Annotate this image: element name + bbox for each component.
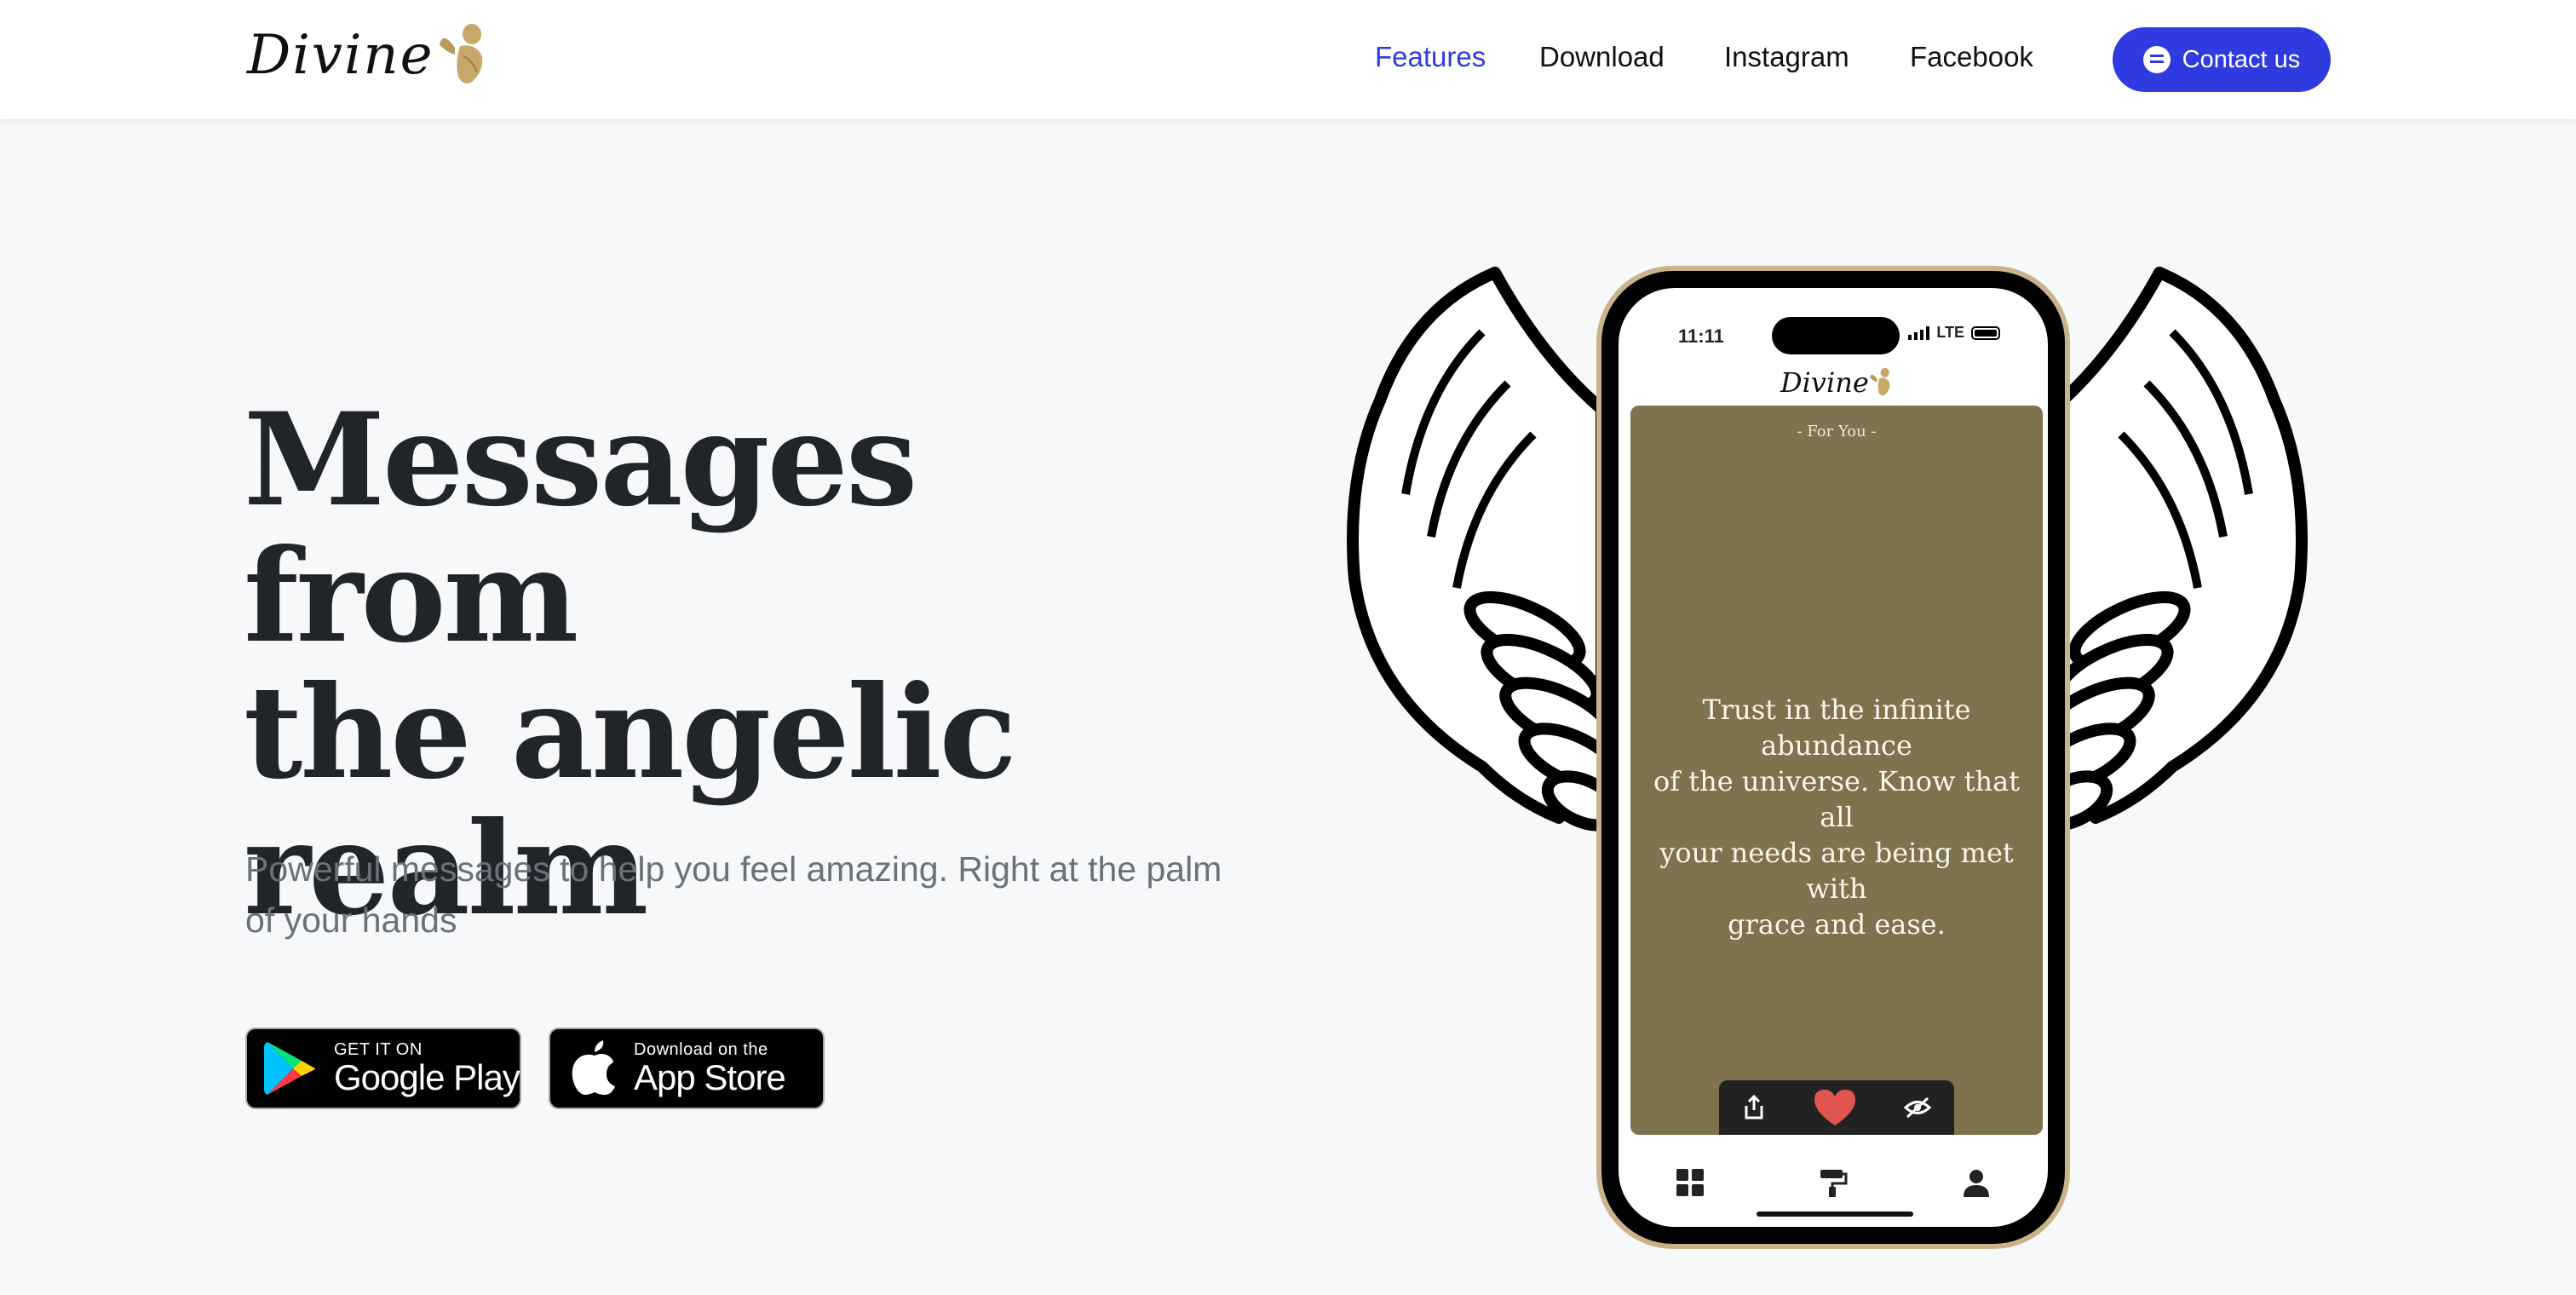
hide-icon[interactable] [1903,1096,1931,1119]
quote-line-1: Trust in the infinite abundance [1702,694,1971,762]
app-store-big-text: App Store [634,1057,786,1097]
quote-line-4: grace and ease. [1728,908,1946,941]
grid-icon[interactable] [1676,1168,1705,1197]
home-indicator [1757,1212,1913,1217]
nav-link-instagram[interactable]: Instagram [1724,41,1849,73]
google-play-button[interactable]: GET IT ON Google Play [245,1027,521,1109]
dynamic-island [1772,317,1900,354]
status-time: 11:11 [1678,325,1724,347]
hero-subtitle-line-2: of your hands [245,901,457,940]
nav-link-features[interactable]: Features [1375,41,1486,73]
hero-subtitle-line-1: Powerful messages to help you feel amazi… [245,849,1222,889]
phone-screen: 11:11 LTE Divine - For You - Trust in th… [1619,288,2048,1227]
navbar: Divine Features Download Instagram Faceb… [0,0,2576,119]
paint-roller-icon[interactable] [1819,1168,1848,1197]
signal-icon [1908,325,1930,340]
network-label: LTE [1936,324,1964,341]
quote-line-2: of the universe. Know that all [1653,765,2021,833]
hero-title-line-1: Messages from [244,385,917,671]
google-play-big-text: Google Play [334,1057,520,1097]
card-label: - For You - [1797,423,1877,440]
app-store-small-text: Download on the [634,1040,768,1059]
share-icon[interactable] [1742,1095,1766,1120]
app-name: Divine [1780,366,1869,399]
profile-icon[interactable] [1962,1168,1991,1197]
hero-subtitle: Powerful messages to help you feel amazi… [245,843,1268,946]
chat-bubble-icon [2142,46,2171,73]
message-card[interactable]: - For You - Trust in the infinite abunda… [1630,406,2043,1135]
nav-link-download[interactable]: Download [1539,41,1665,73]
nav-link-facebook[interactable]: Facebook [1910,41,2033,73]
phone-mockup: 11:11 LTE Divine - For You - Trust in th… [1596,266,2070,1249]
app-store-button[interactable]: Download on the App Store [549,1027,825,1109]
google-play-small-text: GET IT ON [334,1040,423,1059]
card-actions [1719,1080,1954,1135]
quote-line-3: your needs are being met with [1659,837,2014,905]
heart-icon[interactable] [1813,1088,1857,1127]
battery-icon [1971,325,2000,340]
contact-us-label: Contact us [2182,45,2301,73]
google-play-icon [264,1042,315,1095]
tab-bar [1619,1157,2048,1208]
status-indicators: LTE [1908,324,2000,342]
apple-icon [572,1040,615,1095]
hero-title-line-2: the angelic [244,658,1017,808]
contact-us-button[interactable]: Contact us [2113,27,2331,92]
cherub-icon [1869,367,1890,396]
app-logo: Divine [1780,366,1895,399]
card-quote: Trust in the infinite abundance of the u… [1642,692,2031,942]
